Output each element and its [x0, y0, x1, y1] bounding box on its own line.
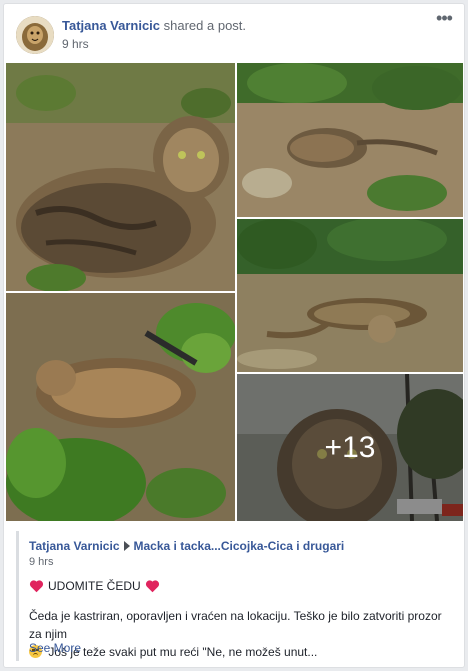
author-line: Tatjana Varnicic shared a post. — [62, 18, 246, 33]
photo-4[interactable] — [6, 293, 235, 521]
triangle-right-icon — [123, 541, 130, 551]
shared-post-text: Čeda je kastriran, oporavljen i vraćen n… — [29, 607, 453, 661]
shared-text-line2: Još je teže svaki put mu reći "Ne, ne mo… — [45, 645, 318, 659]
shared-title: UDOMITE ČEDU — [48, 579, 141, 593]
shared-timestamp[interactable]: 9 hrs — [29, 556, 53, 568]
author-avatar[interactable] — [16, 16, 54, 54]
post-card: Tatjana Varnicic shared a post. 9 hrs ••… — [3, 3, 465, 668]
heart-icon — [145, 579, 160, 593]
photo-5[interactable]: +13 — [237, 374, 463, 521]
photo-2[interactable] — [237, 63, 463, 217]
photo-1[interactable] — [6, 63, 235, 291]
more-photos-overlay[interactable]: +13 — [237, 374, 463, 521]
shared-author-link[interactable]: Tatjana Varnicic — [29, 539, 120, 553]
shared-title-line: UDOMITE ČEDU — [29, 579, 164, 593]
shared-post: Tatjana Varnicic Macka i tacka...Cicojka-… — [16, 531, 452, 661]
post-header: Tatjana Varnicic shared a post. 9 hrs ••… — [4, 4, 464, 62]
photo-3[interactable] — [237, 219, 463, 372]
post-action-text: shared a post. — [160, 18, 247, 33]
group-name-link[interactable]: Macka i tacka...Cicojka-Cica i drugari — [134, 539, 345, 553]
post-timestamp[interactable]: 9 hrs — [62, 37, 89, 51]
author-name-link[interactable]: Tatjana Varnicic — [62, 18, 160, 33]
shared-post-header: Tatjana Varnicic Macka i tacka...Cicojka-… — [29, 539, 344, 553]
more-options-button[interactable]: ••• — [434, 9, 454, 30]
more-horizontal-icon: ••• — [436, 8, 453, 28]
heart-icon — [29, 579, 44, 593]
shared-text-line1: Čeda je kastriran, oporavljen i vraćen n… — [29, 609, 442, 641]
see-more-link[interactable]: See More — [29, 641, 81, 655]
